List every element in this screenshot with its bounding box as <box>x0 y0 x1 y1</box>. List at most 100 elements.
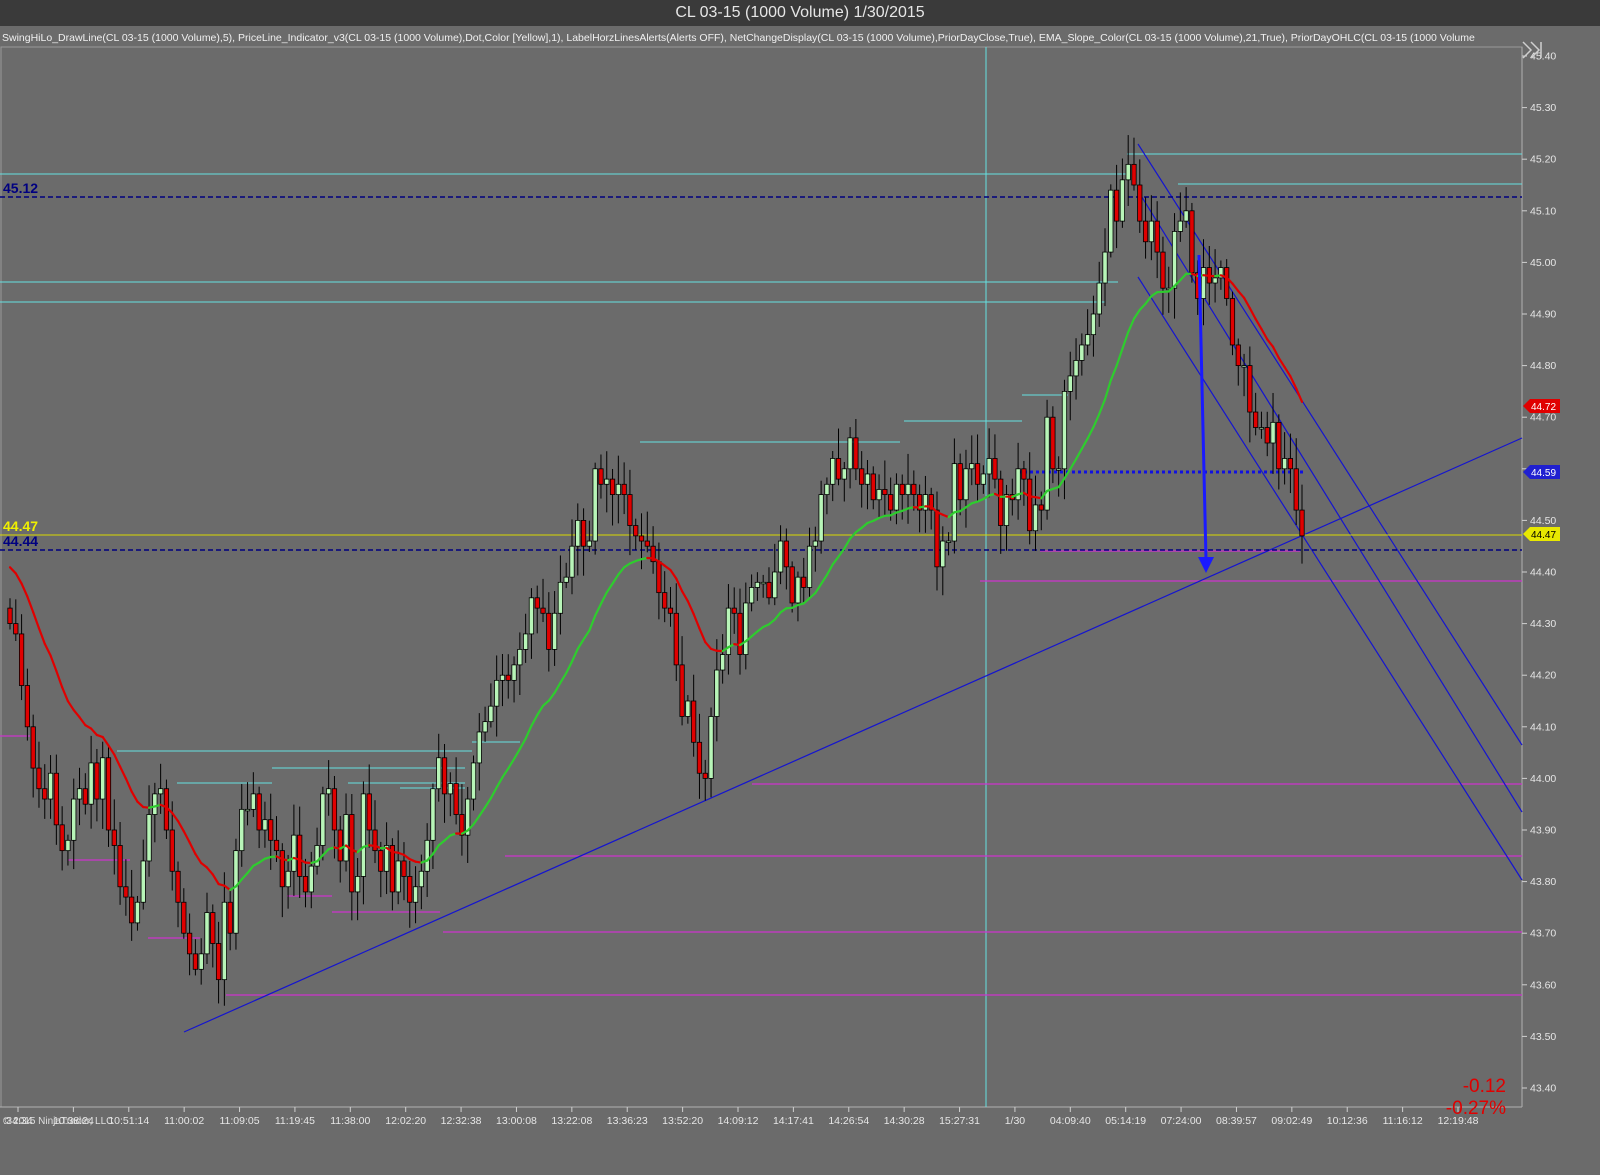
candle-up <box>714 669 720 717</box>
candle-up <box>1200 267 1207 299</box>
candle-down <box>621 483 627 495</box>
candle-up <box>430 788 436 841</box>
candle-up <box>221 901 227 981</box>
label-45-12: 45.12 <box>3 180 38 196</box>
label-44-44: 44.44 <box>3 533 38 549</box>
y-tick-label: 43.50 <box>1530 1031 1556 1043</box>
candle-down <box>453 783 459 815</box>
y-tick-label: 43.90 <box>1530 825 1556 837</box>
candle-up <box>963 468 969 501</box>
candle-down <box>94 762 100 800</box>
y-tick-label: 44.20 <box>1530 670 1556 682</box>
candle-up <box>1073 360 1079 377</box>
candle-up <box>76 788 83 800</box>
price-chart[interactable]: 45.4045.3045.2045.1045.0044.9044.8044.70… <box>0 0 1600 1175</box>
candle-down <box>82 788 88 805</box>
y-tick-label: 45.30 <box>1530 102 1556 114</box>
candle-down <box>1027 478 1033 532</box>
candle-up <box>1085 334 1091 346</box>
candle-down <box>18 633 25 686</box>
candle-up <box>47 772 54 800</box>
candle-up <box>470 762 477 800</box>
candle-up <box>1119 179 1125 222</box>
candle-up <box>412 886 419 903</box>
x-tick-label: 13:00:08 <box>496 1115 537 1127</box>
candle-up <box>893 483 900 511</box>
candle-down <box>911 483 917 495</box>
candle-up <box>812 540 818 547</box>
candle-down <box>279 850 285 888</box>
y-tick-label: 44.90 <box>1530 309 1556 321</box>
candle-up <box>615 483 621 495</box>
candle-down <box>679 664 685 717</box>
candle-down <box>215 943 222 981</box>
y-tick-label: 45.20 <box>1530 154 1556 166</box>
y-tick-label: 44.40 <box>1530 567 1556 579</box>
x-tick-label: 14:26:54 <box>828 1115 869 1127</box>
candle-up <box>517 649 523 666</box>
candle-up <box>945 540 952 543</box>
candle-up <box>743 602 749 655</box>
candle-down <box>53 772 59 826</box>
candle-up <box>146 814 152 862</box>
net-change-points: -0.12 <box>1462 1076 1506 1097</box>
candle-up <box>922 494 929 511</box>
candle-up <box>824 483 830 495</box>
candle-down <box>7 607 13 624</box>
candle-up <box>134 901 141 924</box>
candle-down <box>349 814 355 893</box>
candle-up <box>1079 344 1085 361</box>
candle-down <box>175 870 181 903</box>
candle-up <box>720 654 726 671</box>
candle-up <box>864 473 871 485</box>
candle-down <box>111 829 117 846</box>
candle-up <box>1171 231 1178 289</box>
candle-down <box>297 834 303 877</box>
candle-down <box>117 845 123 888</box>
x-tick-label: 11:19:45 <box>275 1115 315 1127</box>
candle-up <box>395 860 401 893</box>
candle-down <box>1160 251 1166 289</box>
candle-up <box>592 468 598 542</box>
x-tick-label: 07:24:00 <box>1161 1115 1202 1127</box>
candle-down <box>546 612 552 650</box>
candle-up <box>754 581 760 588</box>
candle-down <box>859 468 865 485</box>
x-tick-label: 11:09:05 <box>219 1115 259 1127</box>
candle-up <box>685 700 691 717</box>
candle-down <box>24 685 30 728</box>
candle-down <box>974 463 981 485</box>
net-change-percent: -0.27% <box>1445 1098 1506 1119</box>
candle-up <box>1108 189 1114 253</box>
x-tick-label: 14:09:12 <box>718 1115 759 1127</box>
candle-up <box>71 798 77 841</box>
candle-down <box>1137 184 1143 222</box>
candle-up <box>511 664 517 681</box>
candle-down <box>1050 416 1056 470</box>
candle-up <box>436 757 442 790</box>
candle-down <box>992 458 998 480</box>
candle-up <box>308 865 314 893</box>
candle-up <box>847 437 853 470</box>
y-tick-label: 45.00 <box>1530 257 1556 269</box>
y-tick-label: 45.10 <box>1530 205 1556 217</box>
candle-down <box>801 576 807 588</box>
candle-up <box>488 705 494 723</box>
candle-down <box>505 674 511 681</box>
candle-down <box>835 458 842 480</box>
candle-up <box>1212 277 1218 284</box>
candle-up <box>355 876 361 893</box>
candle-down <box>534 597 540 609</box>
marker-44-72-text: 44.72 <box>1531 402 1556 413</box>
candle-up <box>905 483 911 495</box>
candle-down <box>998 478 1004 526</box>
candle-up <box>1241 365 1247 368</box>
candle-down <box>1253 411 1259 428</box>
y-tick-label: 44.70 <box>1530 412 1556 424</box>
x-tick-label: 1/30 <box>1005 1115 1026 1127</box>
candle-up <box>569 545 575 578</box>
chart-scroll-icon[interactable] <box>1520 38 1544 62</box>
candle-up <box>951 463 957 542</box>
candle-down <box>1264 427 1270 444</box>
candle-up <box>360 793 367 877</box>
